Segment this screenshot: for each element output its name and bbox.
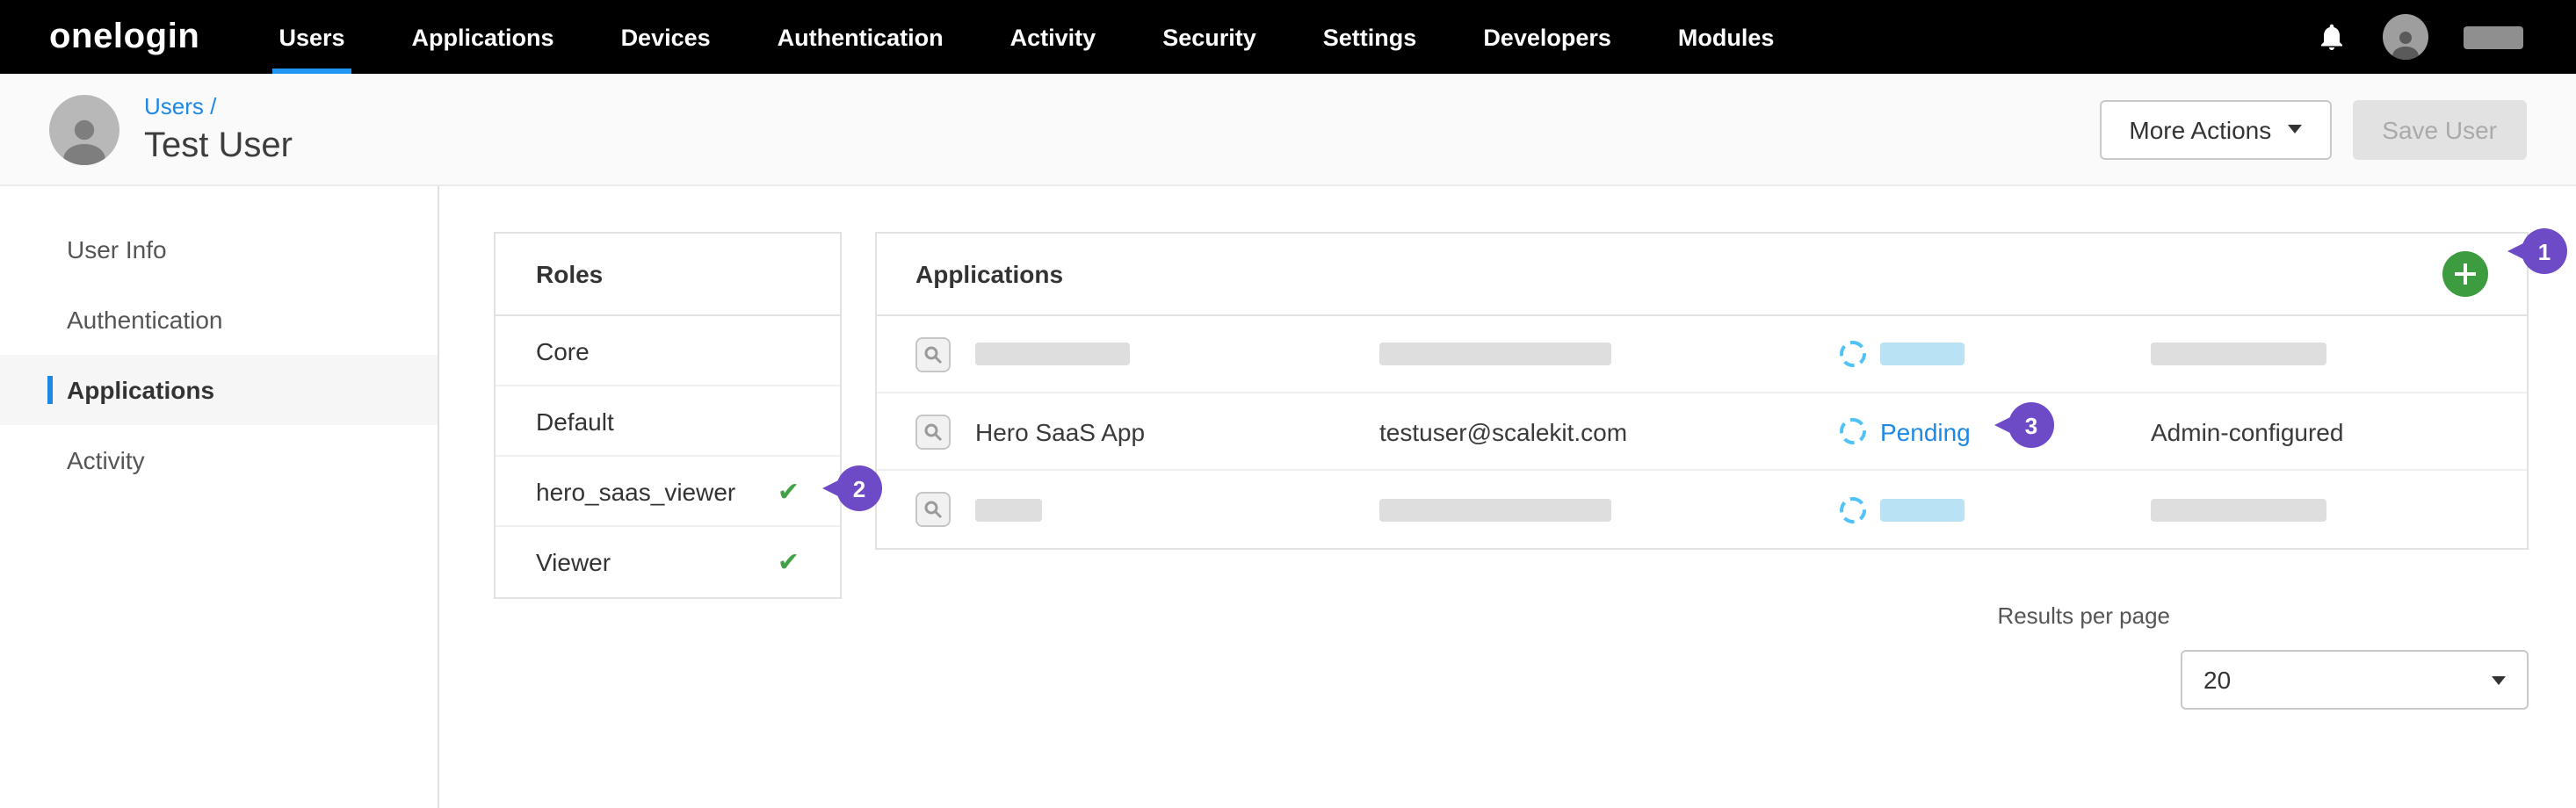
email-skeleton — [1379, 498, 1611, 521]
account-name-placeholder — [2464, 25, 2523, 48]
page: onelogin Users Applications Devices Auth… — [0, 0, 2576, 808]
role-row-hero-saas-viewer[interactable]: hero_saas_viewer ✔ — [496, 457, 840, 527]
application-row-hero-saas-app[interactable]: Hero SaaS App testuser@scalekit.com Pend… — [877, 393, 2527, 471]
account-avatar[interactable] — [2383, 14, 2428, 60]
applications-card-title: Applications — [915, 260, 1063, 288]
nav-developers[interactable]: Developers — [1483, 0, 1611, 74]
main-content: Roles Core Default hero_saas_viewer ✔ Vi… — [439, 186, 2576, 808]
sidebar-item-label: User Info — [67, 235, 167, 263]
more-actions-button[interactable]: More Actions — [2099, 99, 2331, 159]
magnifier-icon — [923, 499, 944, 520]
provisioning-skeleton — [2151, 343, 2326, 365]
navbar-right — [2316, 0, 2576, 74]
loading-spinner-icon — [1840, 418, 1866, 444]
nav-modules[interactable]: Modules — [1678, 0, 1775, 74]
sidebar-item-activity[interactable]: Activity — [0, 425, 438, 495]
email-skeleton — [1379, 343, 1611, 365]
application-status: Pending — [1880, 417, 1971, 445]
nav-activity[interactable]: Activity — [1010, 0, 1096, 74]
nav-settings[interactable]: Settings — [1323, 0, 1417, 74]
results-per-page-label: Results per page — [875, 602, 2529, 629]
nav-security-label: Security — [1162, 24, 1256, 50]
save-user-label: Save User — [2382, 115, 2497, 143]
applications-card: Applications — [875, 232, 2529, 550]
role-row-default[interactable]: Default — [496, 386, 840, 457]
check-icon: ✔ — [778, 475, 800, 507]
sidebar: User Info Authentication Applications Ac… — [0, 186, 439, 808]
application-email: testuser@scalekit.com — [1379, 417, 1840, 445]
provisioning-skeleton — [2151, 498, 2326, 521]
loading-spinner-icon — [1840, 496, 1866, 523]
roles-card-title: Roles — [496, 234, 840, 316]
role-row-core[interactable]: Core — [496, 316, 840, 386]
breadcrumb[interactable]: Users / — [144, 93, 216, 119]
notification-bell-icon[interactable] — [2316, 21, 2348, 53]
sidebar-item-label: Authentication — [67, 306, 222, 334]
person-icon — [56, 108, 112, 164]
status-skeleton — [1880, 343, 1965, 365]
chevron-down-icon — [2492, 675, 2506, 684]
check-icon: ✔ — [778, 546, 800, 578]
page-header: Users / Test User More Actions Save User — [0, 74, 2576, 186]
nav-applications-label: Applications — [412, 24, 554, 50]
primary-nav: Users Applications Devices Authenticatio… — [279, 0, 1774, 74]
applications-column: Applications — [875, 232, 2529, 808]
more-actions-label: More Actions — [2129, 115, 2271, 143]
nav-settings-label: Settings — [1323, 24, 1417, 50]
onelogin-logo[interactable]: onelogin — [49, 0, 199, 74]
nav-modules-label: Modules — [1678, 24, 1775, 50]
user-avatar — [49, 94, 119, 164]
body: User Info Authentication Applications Ac… — [0, 186, 2576, 808]
title-block: Users / Test User — [144, 91, 293, 167]
name-skeleton — [975, 343, 1130, 365]
role-label: Viewer — [536, 548, 611, 576]
role-label: Core — [536, 336, 590, 364]
application-row-skeleton[interactable] — [877, 316, 2527, 393]
sidebar-item-label: Activity — [67, 446, 145, 474]
save-user-button[interactable]: Save User — [2352, 99, 2527, 159]
app-icon — [915, 414, 951, 449]
role-label: Default — [536, 407, 614, 435]
chevron-down-icon — [2287, 125, 2301, 133]
annotation-badge-3: 3 — [2008, 402, 2054, 448]
applications-card-header: Applications — [877, 234, 2527, 316]
role-label: hero_saas_viewer — [536, 477, 735, 505]
nav-devices[interactable]: Devices — [621, 0, 711, 74]
header-actions: More Actions Save User — [2099, 99, 2527, 159]
annotation-badge-2: 2 — [836, 465, 882, 511]
role-row-viewer[interactable]: Viewer ✔ — [496, 527, 840, 597]
app-icon — [915, 336, 951, 372]
page-title: Test User — [144, 126, 293, 167]
sidebar-item-authentication[interactable]: Authentication — [0, 285, 438, 355]
nav-users[interactable]: Users — [279, 0, 344, 74]
top-navbar: onelogin Users Applications Devices Auth… — [0, 0, 2576, 74]
sidebar-item-applications[interactable]: Applications — [0, 355, 438, 425]
annotation-badge-1: 1 — [2522, 228, 2567, 274]
nav-applications[interactable]: Applications — [412, 0, 554, 74]
magnifier-icon — [923, 343, 944, 364]
status-skeleton — [1880, 498, 1965, 521]
results-per-page-value: 20 — [2203, 666, 2231, 694]
nav-authentication-label: Authentication — [778, 24, 944, 50]
application-provisioning: Admin-configured — [2151, 417, 2488, 445]
app-icon — [915, 492, 951, 527]
nav-authentication[interactable]: Authentication — [778, 0, 944, 74]
person-icon — [2388, 25, 2423, 60]
application-name: Hero SaaS App — [975, 417, 1379, 445]
nav-developers-label: Developers — [1483, 24, 1611, 50]
application-row-skeleton[interactable] — [877, 471, 2527, 548]
nav-activity-label: Activity — [1010, 24, 1096, 50]
results-per-page-select[interactable]: 20 — [2181, 650, 2529, 710]
sidebar-item-label: Applications — [67, 376, 214, 404]
nav-devices-label: Devices — [621, 24, 711, 50]
nav-users-label: Users — [279, 24, 344, 50]
sidebar-item-user-info[interactable]: User Info — [0, 214, 438, 285]
name-skeleton — [975, 498, 1042, 521]
roles-card: Roles Core Default hero_saas_viewer ✔ Vi… — [494, 232, 842, 599]
magnifier-icon — [923, 421, 944, 442]
add-application-button[interactable] — [2442, 251, 2488, 297]
nav-security[interactable]: Security — [1162, 0, 1256, 74]
loading-spinner-icon — [1840, 341, 1866, 367]
